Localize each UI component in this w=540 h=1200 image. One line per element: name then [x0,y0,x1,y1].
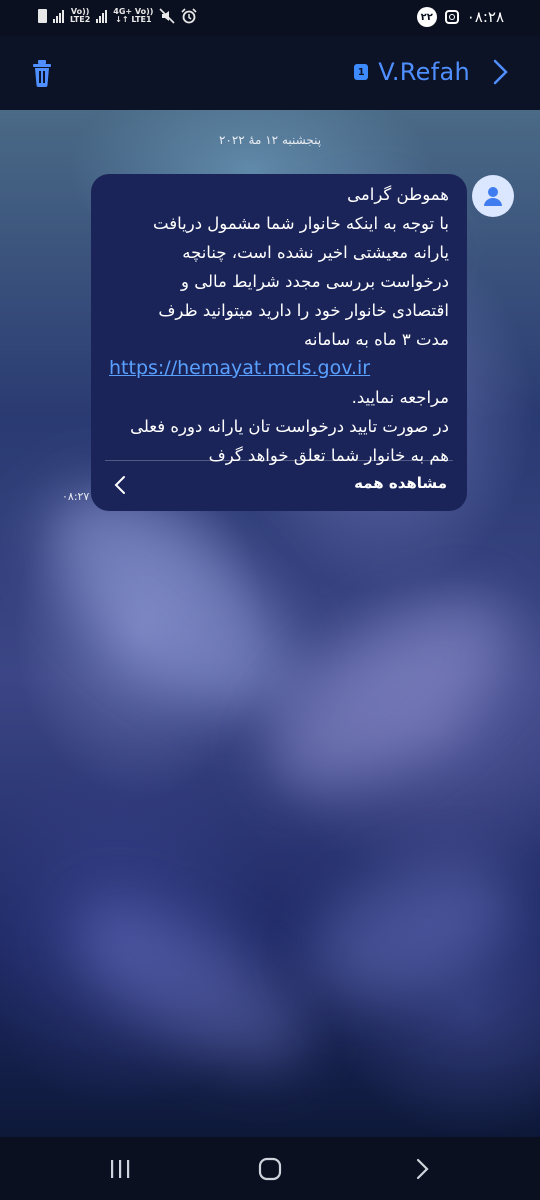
signal-icon [96,9,108,23]
message-link[interactable]: https://hemayat.mcls.gov.ir [109,354,449,383]
message-line: هموطن گرامی [347,185,449,204]
home-icon[interactable] [256,1157,284,1181]
conversation-header: 1 V.Refah [0,36,540,110]
signal-icon [53,9,64,23]
message-line: مراجعه نمایید. [351,388,449,407]
back-icon[interactable] [408,1157,436,1181]
trash-icon[interactable] [30,58,54,88]
date-divider: پنجشنبه ۱۲ مهٔ ۲۰۲۲ [218,133,322,147]
status-left: Vo)) LTE2 4G+ Vo)) ↓↑ LTE1 [38,7,198,24]
message-line: درخواست بررسی مجدد شرایط مالی و [181,272,449,291]
instagram-icon [444,10,459,24]
status-right: ۲۲ ۰۸:۲۸ [416,7,504,27]
recent-apps-icon[interactable] [106,1157,134,1181]
clock: ۰۸:۲۸ [466,8,504,26]
person-icon [484,187,502,206]
sim-badge: 1 [354,64,369,80]
view-all-button[interactable]: مشاهده همه [354,474,447,492]
message-line: هم به خانوار شما تعلق خواهد گرف [208,446,449,465]
message-line: یارانه معیشتی اخیر نشده است، چنانچه [182,243,449,262]
system-nav-bar [0,1137,540,1200]
message-line: مدت ۳ ماه به سامانه [304,330,449,349]
contact-title[interactable]: 1 V.Refah [354,58,510,86]
message-text: هموطن گرامی با توجه به اینکه خانوار شما … [109,180,449,470]
chevron-right-icon[interactable] [490,58,510,86]
contact-name: V.Refah [378,58,470,86]
bubble-divider [105,460,453,461]
status-bar: Vo)) LTE2 4G+ Vo)) ↓↑ LTE1 ۲۲ ۰۸:۲۸ [0,0,540,36]
notification-count-badge: ۲۲ [416,7,437,27]
message-time: ۰۸:۲۷ [62,490,90,503]
alarm-icon [181,8,198,24]
message-line: در صورت تایید درخواست تان یارانه دوره فع… [130,417,449,436]
message-line: اقتصادی خانوار خود را دارید میتوانید ظرف [158,301,449,320]
mute-icon [159,8,176,24]
message-bubble[interactable]: هموطن گرامی با توجه به اینکه خانوار شما … [91,174,467,511]
sim2-label: Vo)) LTE2 [70,7,91,24]
message-line: با توجه به اینکه خانوار شما مشمول دریافت [153,214,449,233]
battery-icon [38,9,47,23]
sim1-label: 4G+ Vo)) ↓↑ LTE1 [113,7,154,24]
sender-avatar[interactable] [472,175,514,217]
chevron-left-icon[interactable] [113,474,127,496]
